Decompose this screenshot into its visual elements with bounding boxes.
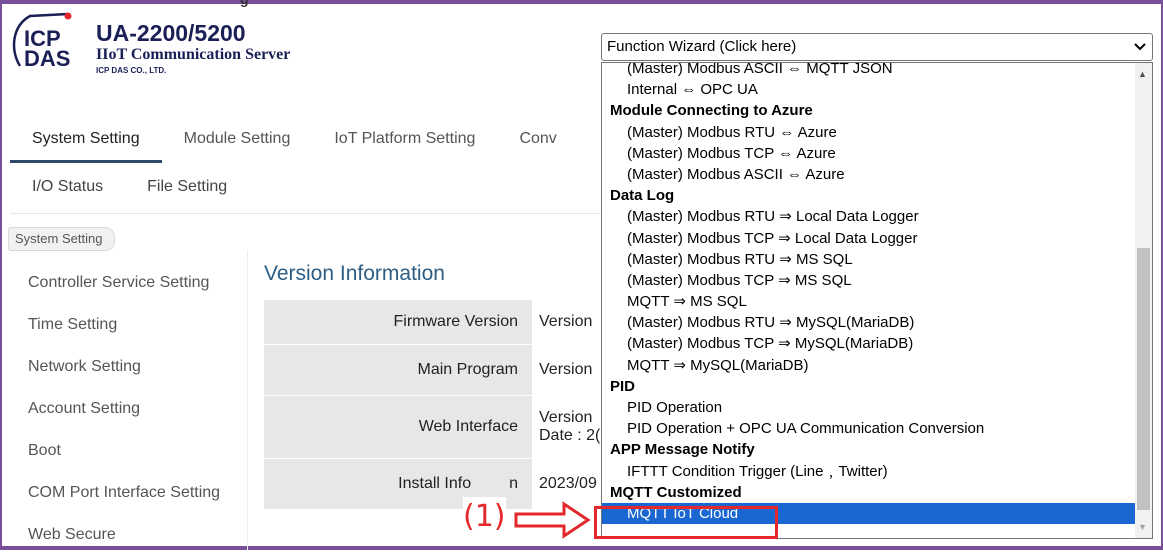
- dropdown-option[interactable]: (Master) Modbus TCP ⇒ MS SQL: [602, 270, 1137, 291]
- function-wizard-value: Function Wizard (Click here): [607, 38, 797, 55]
- sidebar-item-time[interactable]: Time Setting: [28, 304, 220, 346]
- row-label: Firmware Version: [264, 300, 532, 344]
- tab-module-setting[interactable]: Module Setting: [162, 128, 313, 168]
- divider: [10, 213, 610, 214]
- sidebar-divider: [247, 250, 248, 550]
- dropdown-group-label: Module Connecting to Azure: [610, 102, 813, 120]
- row-value: Version: [539, 361, 593, 378]
- dropdown-option[interactable]: (Master) Modbus TCP ⇒ MySQL(MariaDB): [602, 333, 1137, 354]
- dropdown-group-label: PID: [610, 377, 636, 395]
- tab-system-setting[interactable]: System Setting: [10, 128, 162, 168]
- logo-text-bottom: DAS: [24, 46, 70, 70]
- tab-io-status[interactable]: I/O Status: [10, 176, 125, 198]
- tab-conversion[interactable]: Conv: [497, 128, 578, 168]
- sidebar-item-network[interactable]: Network Setting: [28, 346, 220, 388]
- company-name: ICP DAS CO., LTD.: [96, 66, 167, 75]
- logo-dot-icon: [64, 12, 72, 20]
- dropdown-group-label: APP Message Notify: [610, 441, 755, 459]
- scroll-up-icon[interactable]: ▲: [1138, 69, 1147, 79]
- main-tabs: System Setting Module Setting IoT Platfo…: [10, 128, 579, 168]
- dropdown-option[interactable]: (Master) Modbus TCP ⇒ Local Data Logger: [602, 228, 1137, 249]
- dropdown-option[interactable]: IFTTT Condition Trigger (Line﹐Twitter): [602, 461, 1137, 482]
- dropdown-option[interactable]: (Master) Modbus RTU ⇔ Azure: [602, 122, 1137, 143]
- sidebar-item-account[interactable]: Account Setting: [28, 388, 220, 430]
- dropdown-option[interactable]: (Master) Modbus RTU ⇒ MS SQL: [602, 249, 1137, 270]
- row-label: Web Interface: [264, 396, 532, 458]
- breadcrumb[interactable]: System Setting: [8, 227, 116, 251]
- dropdown-list: (Master) Modbus ASCII ⇔ MQTT JSON Interna…: [602, 63, 1137, 525]
- page-header-peek: g: [240, 0, 249, 7]
- dropdown-group-label: Data Log: [610, 187, 675, 205]
- dropdown-option[interactable]: PID Operation: [602, 397, 1137, 418]
- dropdown-option[interactable]: (Master) Modbus TCP ⇔ Azure: [602, 143, 1137, 164]
- sub-tabs: I/O Status File Setting: [10, 176, 249, 198]
- row-value-line1: Version: [539, 409, 593, 426]
- function-wizard-dropdown: (Master) Modbus ASCII ⇔ MQTT JSON Interna…: [601, 62, 1153, 539]
- table-row: Firmware Version Version: [264, 300, 604, 345]
- chevron-down-icon: [1134, 35, 1146, 65]
- row-value: Version Date : 2(: [539, 396, 604, 458]
- scroll-thumb[interactable]: [1137, 248, 1150, 510]
- highlight-box: [594, 506, 778, 539]
- row-value-line2: Date : 2(: [539, 427, 601, 444]
- dropdown-group-label: MQTT Customized: [610, 483, 742, 501]
- dropdown-option[interactable]: MQTT ⇒ MySQL(MariaDB): [602, 355, 1137, 376]
- version-table: Firmware Version Version Main Program Ve…: [264, 300, 604, 510]
- product-title: UA-2200/5200: [96, 20, 246, 46]
- sidebar-item-com-port[interactable]: COM Port Interface Setting: [28, 472, 220, 514]
- row-label-tail: n: [509, 475, 518, 492]
- row-label-text: Install Info: [398, 475, 472, 492]
- dropdown-scrollbar[interactable]: ▲ ▼: [1135, 63, 1152, 538]
- dropdown-option[interactable]: (Master) Modbus ASCII ⇔ MQTT JSON: [602, 63, 1137, 79]
- sidebar: Controller Service Setting Time Setting …: [28, 262, 220, 556]
- row-value: Version: [539, 313, 593, 330]
- dropdown-option[interactable]: (Master) Modbus ASCII ⇔ Azure: [602, 164, 1137, 185]
- product-subtitle: IIoT Communication Server: [96, 46, 291, 63]
- dropdown-option[interactable]: PID Operation + OPC UA Communication Con…: [602, 418, 1137, 439]
- sidebar-item-boot[interactable]: Boot: [28, 430, 220, 472]
- tab-file-setting[interactable]: File Setting: [125, 176, 249, 198]
- dropdown-option[interactable]: Internal ⇔ OPC UA: [602, 79, 1137, 100]
- tab-iot-platform-setting[interactable]: IoT Platform Setting: [312, 128, 497, 168]
- row-label: Main Program: [264, 345, 532, 395]
- table-row: Main Program Version: [264, 345, 604, 396]
- function-wizard-select[interactable]: Function Wizard (Click here): [601, 33, 1153, 61]
- dropdown-option[interactable]: (Master) Modbus RTU ⇒ Local Data Logger: [602, 206, 1137, 227]
- step-label: (1): [463, 497, 506, 537]
- scroll-down-icon[interactable]: ▼: [1138, 522, 1147, 532]
- table-row: Web Interface Version Date : 2(: [264, 396, 604, 459]
- sidebar-item-controller-service[interactable]: Controller Service Setting: [28, 262, 220, 304]
- page-title: Version Information: [264, 262, 445, 285]
- pointer-arrow-icon: [512, 500, 592, 545]
- dropdown-option[interactable]: MQTT ⇒ MS SQL: [602, 291, 1137, 312]
- icpdas-logo: ICP DAS: [8, 10, 88, 71]
- dropdown-option[interactable]: (Master) Modbus RTU ⇒ MySQL(MariaDB): [602, 312, 1137, 333]
